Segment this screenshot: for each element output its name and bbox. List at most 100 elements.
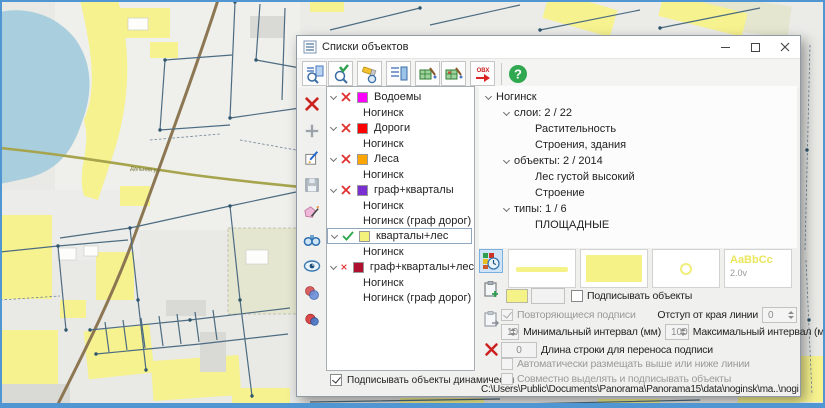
list-item-graf-kvartaly[interactable]: граф+кварталы	[327, 182, 474, 198]
x-mark-icon[interactable]	[341, 123, 351, 133]
find-button[interactable]	[300, 227, 324, 251]
help-button[interactable]: ?	[507, 63, 529, 85]
flashlight-button[interactable]	[357, 61, 382, 86]
preview-text-swatch[interactable]: AaBbCc 2.0v	[724, 249, 792, 288]
delete-list-button[interactable]	[300, 92, 324, 116]
table-edit-alt-button[interactable]	[441, 61, 466, 86]
minimize-button[interactable]	[710, 36, 740, 58]
tree-root-label: Ногинск	[496, 91, 537, 103]
maximize-button[interactable]	[740, 36, 770, 58]
search-list-button[interactable]	[302, 61, 327, 86]
palette-view-button[interactable]	[479, 249, 503, 273]
file-path: C:\Users\Public\Documents\Panorama\Panor…	[481, 384, 799, 395]
min-interval-spinner[interactable]: 10	[501, 324, 519, 340]
list-subitem[interactable]: Ногинск	[327, 275, 474, 290]
dialog-titlebar[interactable]: Списки объектов	[297, 36, 800, 59]
chevron-down-icon[interactable]	[330, 185, 337, 192]
chevron-down-icon[interactable]	[485, 92, 492, 99]
sign-objects-checkbox[interactable]	[571, 290, 583, 302]
tree-root[interactable]: Ногинск	[479, 89, 797, 105]
list-subitem[interactable]: Ногинск	[327, 198, 474, 213]
list-subitem[interactable]: Ногинск	[327, 244, 474, 259]
chevron-down-icon[interactable]	[330, 123, 337, 130]
view-button[interactable]	[300, 254, 324, 278]
chevron-down-icon[interactable]	[331, 231, 338, 238]
list-subitem[interactable]: Ногинск (граф дорог)	[327, 213, 474, 228]
binoculars-icon	[303, 230, 321, 248]
list-item-dorogi[interactable]: Дороги	[327, 120, 474, 136]
tree-leaf[interactable]: Лес густой высокий	[479, 169, 797, 185]
label-color-swatch[interactable]	[506, 289, 528, 303]
check-mark-icon[interactable]	[342, 231, 354, 241]
clipboard-add-button[interactable]	[479, 277, 503, 301]
x-mark-icon[interactable]	[341, 185, 351, 195]
close-button[interactable]	[770, 36, 800, 58]
spinner-arrows-icon[interactable]	[788, 310, 794, 320]
preview-fill-swatch[interactable]	[580, 249, 648, 288]
spinner-arrows-icon[interactable]	[510, 327, 516, 337]
x-mark-icon[interactable]	[341, 154, 351, 164]
tree-leaf[interactable]: Строения, здания	[479, 137, 797, 153]
dynamic-labels-checkbox[interactable]	[330, 374, 342, 386]
add-list-button[interactable]	[300, 119, 324, 143]
list-subitem[interactable]: Ногинск	[327, 167, 474, 182]
edge-offset-spinner[interactable]: 0	[762, 307, 797, 323]
table-edit-button[interactable]	[415, 61, 440, 86]
list-item-vodoemy[interactable]: Водоемы	[327, 89, 474, 105]
tree-node-objects[interactable]: объекты: 2 / 2014	[479, 153, 797, 169]
chevron-down-icon[interactable]	[330, 154, 337, 161]
clear-sign-button[interactable]	[479, 337, 503, 361]
preview-point-swatch[interactable]	[652, 249, 720, 288]
list-item-lesa[interactable]: Леса	[327, 151, 474, 167]
list-subitem[interactable]: Ногинск	[327, 136, 474, 151]
map-fragment-button[interactable]	[300, 200, 324, 224]
composition-tree[interactable]: Ногинск слои: 2 / 22 Растительность Стро…	[479, 86, 797, 248]
clipboard-arrow-icon	[482, 310, 500, 328]
text-sample: AaBbCc	[730, 254, 773, 266]
chevron-down-icon[interactable]	[330, 92, 337, 99]
list-subitem-label: Ногинск	[363, 246, 404, 258]
table-edit-alt-icon	[444, 64, 464, 84]
label-font-box[interactable]	[531, 288, 565, 304]
list-select-button[interactable]	[386, 61, 411, 86]
search-check-button[interactable]	[328, 61, 353, 86]
select-objects-button[interactable]	[300, 281, 324, 305]
save-list-button[interactable]	[300, 173, 324, 197]
tree-leaf[interactable]: Строение	[479, 185, 797, 201]
table-edit-icon	[418, 64, 438, 84]
list-subitem[interactable]: Ногинск (граф дорог)	[327, 290, 474, 305]
list-item-graf-kvartaly-les[interactable]: граф+кварталы+лес	[327, 259, 474, 275]
chevron-down-icon[interactable]	[503, 204, 510, 211]
screen: Дальняя ул. Списки объектов	[0, 0, 825, 408]
list-item-kvartaly-les-selected[interactable]: кварталы+лес	[327, 228, 472, 244]
tree-leaf[interactable]: ПЛОЩАДНЫЕ	[479, 217, 797, 233]
obx-export-button[interactable]: ОВХ	[470, 61, 495, 86]
clipboard-apply-button[interactable]	[479, 307, 503, 331]
tree-node-layers[interactable]: слои: 2 / 22	[479, 105, 797, 121]
object-lists-panel[interactable]: Водоемы Ногинск Дороги Ногинск Леса Ноги…	[326, 86, 475, 371]
x-mark-icon[interactable]	[341, 262, 347, 272]
list-subitem[interactable]: Ногинск	[327, 105, 474, 120]
select-objects-alt-button[interactable]	[300, 308, 324, 332]
wrap-length-input[interactable]: 0	[501, 342, 537, 358]
tree-leaf[interactable]: Растительность	[479, 121, 797, 137]
chevron-down-icon[interactable]	[330, 262, 337, 269]
sign-objects-label: Подписывать объекты	[587, 290, 692, 302]
chevron-down-icon[interactable]	[503, 156, 510, 163]
repeat-labels-row: Повторяющиеся подписи Отступ от края лин…	[501, 307, 797, 323]
list-subitem-label: Ногинск	[363, 277, 404, 289]
repeat-labels-checkbox[interactable]	[501, 309, 513, 321]
x-mark-icon[interactable]	[341, 92, 351, 102]
edit-list-button[interactable]	[300, 146, 324, 170]
chevron-down-icon[interactable]	[503, 108, 510, 115]
preview-line-swatch[interactable]	[508, 249, 576, 288]
eye-icon	[303, 257, 321, 275]
max-interval-spinner[interactable]: 100	[665, 324, 689, 340]
auto-place-row: Автоматически размещать выше или ниже ли…	[501, 358, 754, 370]
tree-node-types[interactable]: типы: 1 / 6	[479, 201, 797, 217]
spinner-arrows-icon[interactable]	[680, 327, 686, 337]
delete-x-icon	[304, 96, 320, 112]
list-subitem-label: Ногинск	[363, 169, 404, 181]
help-icon: ?	[508, 64, 528, 84]
auto-place-checkbox[interactable]	[501, 358, 513, 370]
